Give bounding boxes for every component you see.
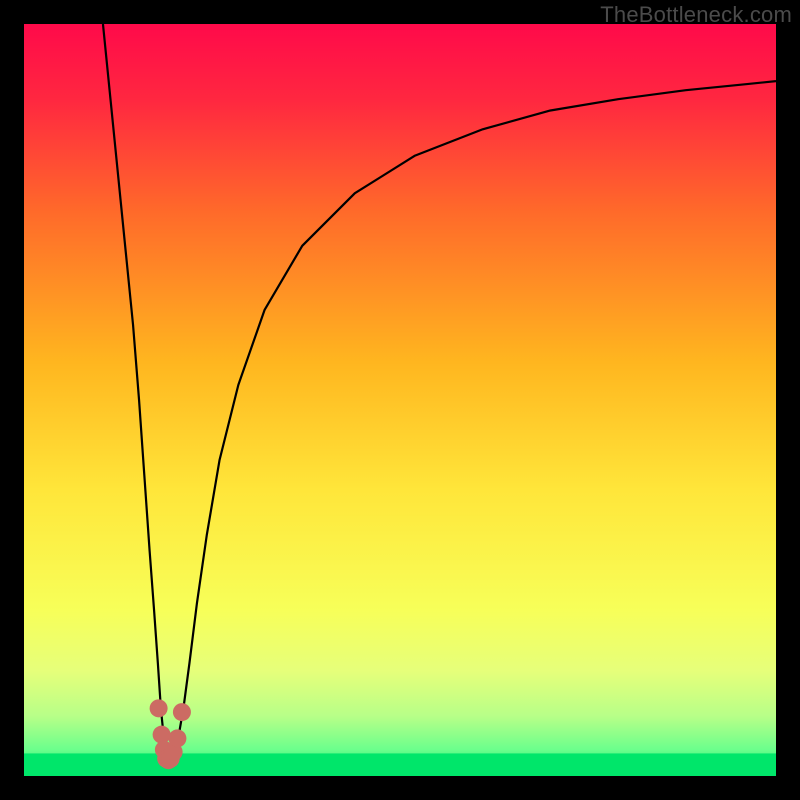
highlight-dot (150, 699, 168, 717)
highlight-dot (173, 703, 191, 721)
highlight-dot (153, 726, 171, 744)
highlight-dot (168, 729, 186, 747)
gradient-background (24, 24, 776, 776)
plot-area (24, 24, 776, 776)
green-band (24, 753, 776, 776)
chart-svg (24, 24, 776, 776)
chart-frame: TheBottleneck.com (0, 0, 800, 800)
watermark-text: TheBottleneck.com (600, 2, 792, 28)
